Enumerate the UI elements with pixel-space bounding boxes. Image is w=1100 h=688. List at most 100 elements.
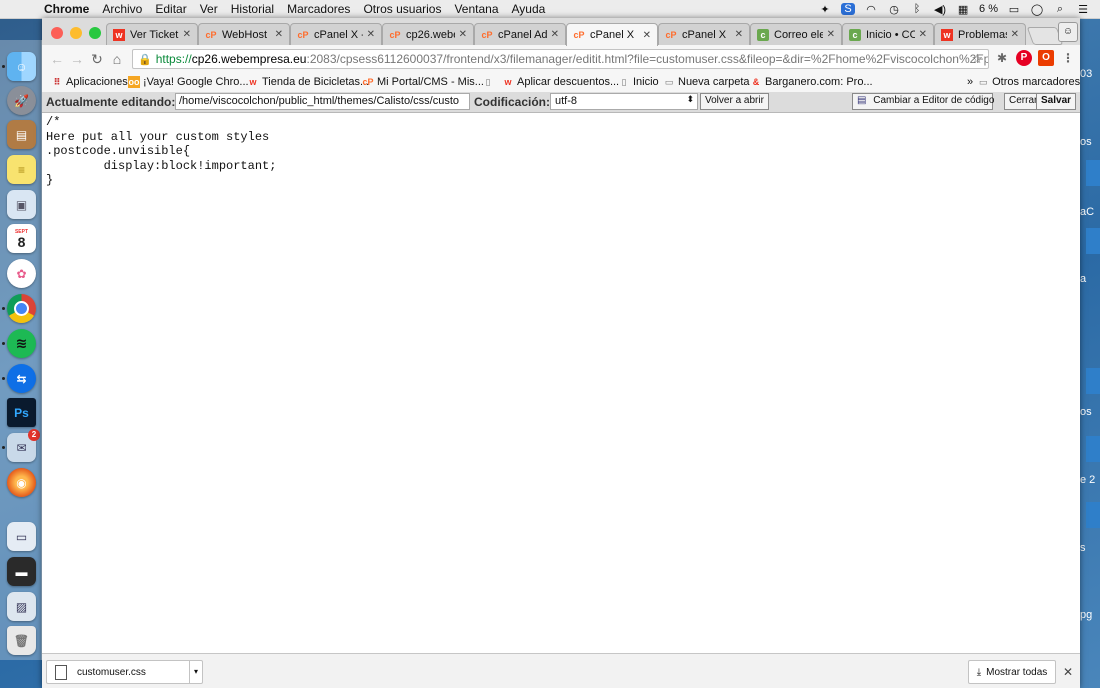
tab-close-icon[interactable]: ✕ (643, 30, 651, 41)
tab[interactable]: c Correo elec ✕ (750, 23, 842, 45)
back-button-icon[interactable]: ← (48, 50, 66, 68)
image-stack-icon[interactable]: ▨ (7, 592, 36, 621)
desktop-peek-folder (1086, 502, 1100, 528)
mail-icon[interactable]: ✉ 2 (7, 429, 40, 462)
user-icon[interactable]: ◯ (1030, 3, 1044, 16)
bookmark-nueva-carpeta[interactable]: ▭ Nueva carpeta (663, 76, 750, 88)
chrome-icon[interactable] (7, 294, 36, 323)
tab-active[interactable]: cP cPanel X ✕ (566, 23, 658, 46)
tab[interactable]: w Ver Ticket - ✕ (106, 23, 198, 45)
switch-code-editor-label: Cambiar a Editor de código (873, 95, 995, 106)
spotify-icon[interactable]: ≋ (7, 329, 36, 358)
file-path-field[interactable]: /home/viscocolchon/public_html/themes/Ca… (175, 93, 470, 110)
switch-code-editor-button[interactable]: ▤ Cambiar a Editor de código (852, 93, 995, 110)
battery-percentage[interactable]: 6 % (979, 3, 998, 15)
pinterest-icon[interactable]: P (1016, 50, 1032, 66)
tab-close-icon[interactable]: ✕ (827, 29, 835, 40)
tab[interactable]: c Inicio • COL ✕ (842, 23, 934, 45)
menu-archivo[interactable]: Archivo (102, 2, 142, 16)
menu-editar[interactable]: Editar (155, 2, 186, 16)
launchpad-icon[interactable]: 🚀 (7, 86, 36, 115)
shield-icon[interactable]: S (841, 3, 856, 15)
bookmark-label: Nueva carpeta (678, 76, 750, 88)
menu-historial[interactable]: Historial (231, 2, 274, 16)
bookmark-inicio[interactable]: ▯ Inicio (618, 76, 659, 88)
menu-marcadores[interactable]: Marcadores (287, 2, 350, 16)
preview-icon[interactable]: ▣ (7, 190, 36, 219)
page-icon: ▯ (485, 77, 491, 87)
tab[interactable]: cP cPanel Adm ✕ (474, 23, 566, 45)
dropbox-icon[interactable]: ✦ (818, 3, 832, 16)
tab[interactable]: cP WebHost M ✕ (198, 23, 290, 45)
menu-ayuda[interactable]: Ayuda (512, 2, 546, 16)
trash-icon[interactable]: 🗑 (7, 626, 36, 655)
tab-close-icon[interactable]: ✕ (367, 29, 375, 40)
minimize-window-button[interactable] (70, 27, 82, 39)
tab-close-icon[interactable]: ✕ (183, 29, 191, 40)
document-stack-icon[interactable]: ▭ (7, 522, 36, 551)
tab-close-icon[interactable]: ✕ (551, 29, 559, 40)
save-button[interactable]: Salvar (1036, 93, 1077, 110)
profile-icon[interactable]: ☺ (1058, 22, 1078, 42)
office-icon[interactable]: O (1038, 50, 1054, 66)
chevron-down-icon[interactable]: ▾ (189, 661, 202, 683)
photoshop-icon[interactable]: Ps (7, 398, 36, 427)
time-machine-icon[interactable]: ◷ (887, 3, 901, 16)
code-text-area[interactable]: /* Here put all your custom styles .post… (42, 113, 1080, 653)
page-icon: ▯ (621, 77, 627, 87)
tab[interactable]: cP cPanel X ✕ (658, 23, 750, 45)
teamviewer-icon[interactable]: ⇆ (7, 364, 36, 393)
tab[interactable]: cP cp26.webe ✕ (382, 23, 474, 45)
bookmark-favicon-icon: & (752, 77, 760, 87)
zoom-window-button[interactable] (89, 27, 101, 39)
firefox-icon[interactable]: ◉ (7, 468, 36, 497)
address-bar[interactable]: 🔒 https://cp26.webempresa.eu:2083/cpsess… (132, 49, 989, 69)
extension-icon[interactable]: ✱ (994, 50, 1010, 66)
url-path: :2083/cpsess6112600037/frontend/x3/filem… (306, 52, 989, 66)
battery-icon[interactable]: ▭ (1007, 3, 1021, 16)
home-button-icon[interactable]: ⌂ (108, 50, 126, 68)
bookmark-aplicaciones[interactable]: ⠿ Aplicaciones (51, 76, 127, 88)
menu-ventana[interactable]: Ventana (454, 2, 498, 16)
download-item[interactable]: customuser.css ▾ (46, 660, 203, 684)
bookmark-mi-portal[interactable]: cP Mi Portal/CMS - Mis... (362, 76, 483, 88)
tab[interactable]: cP cPanel X - F ✕ (290, 23, 382, 45)
reopen-button[interactable]: Volver a abrir (700, 93, 769, 110)
tab-close-icon[interactable]: ✕ (919, 29, 927, 40)
menu-ver[interactable]: Ver (200, 2, 218, 16)
bluetooth-icon[interactable]: ᛒ (910, 3, 924, 15)
notification-center-icon[interactable]: ☰ (1076, 3, 1090, 16)
bookmark-aplicar-descuentos[interactable]: w Aplicar descuentos... (502, 76, 619, 88)
tab[interactable]: w Problemas ✕ (934, 23, 1026, 45)
volume-icon[interactable]: ◀) (933, 3, 947, 16)
contacts-icon[interactable]: ▤ (7, 120, 36, 149)
menu-otros-usuarios[interactable]: Otros usuarios (363, 2, 441, 16)
reload-button-icon[interactable]: ↻ (88, 50, 106, 68)
download-filename: customuser.css (77, 666, 146, 678)
forward-button-icon[interactable]: → (68, 50, 86, 68)
tab-close-icon[interactable]: ✕ (735, 29, 743, 40)
tab-close-icon[interactable]: ✕ (275, 29, 283, 40)
photos-icon[interactable]: ✿ (7, 259, 36, 288)
menu-app-chrome[interactable]: Chrome (44, 2, 89, 16)
chrome-menu-icon[interactable]: ⋮ (1060, 50, 1076, 66)
encoding-select[interactable]: utf-8 ⬍ (550, 93, 698, 110)
bookmark-star-icon[interactable]: ☆ (971, 51, 983, 67)
photoshop-doc-stack-icon[interactable]: ▬ (7, 557, 36, 586)
close-download-bar-icon[interactable]: ✕ (1063, 665, 1073, 679)
bookmark-tienda-bicicletas[interactable]: w Tienda de Bicicletas... (247, 76, 369, 88)
finder-icon[interactable]: ☺ (7, 52, 36, 81)
tab-close-icon[interactable]: ✕ (1011, 29, 1019, 40)
notes-icon[interactable]: ≡ (7, 155, 36, 184)
bookmark-page[interactable]: ▯ (482, 76, 497, 88)
input-source-icon[interactable]: ▦ (956, 3, 970, 16)
calendar-icon[interactable]: SEPT 8 (7, 224, 36, 253)
tab-close-icon[interactable]: ✕ (459, 29, 467, 40)
spotlight-icon[interactable]: ⌕ (1053, 3, 1067, 16)
show-all-downloads-button[interactable]: ⤓ Mostrar todas (968, 660, 1056, 684)
close-window-button[interactable] (51, 27, 63, 39)
bookmark-barganero[interactable]: & Barganero.com: Pro... (750, 76, 873, 88)
bookmark-vaya-google[interactable]: oo ¡Vaya! Google Chro... (128, 76, 249, 88)
wifi-icon[interactable]: ◠ (864, 3, 878, 16)
bookmark-otros-marcadores[interactable]: » ▭ Otros marcadores (967, 76, 1080, 88)
